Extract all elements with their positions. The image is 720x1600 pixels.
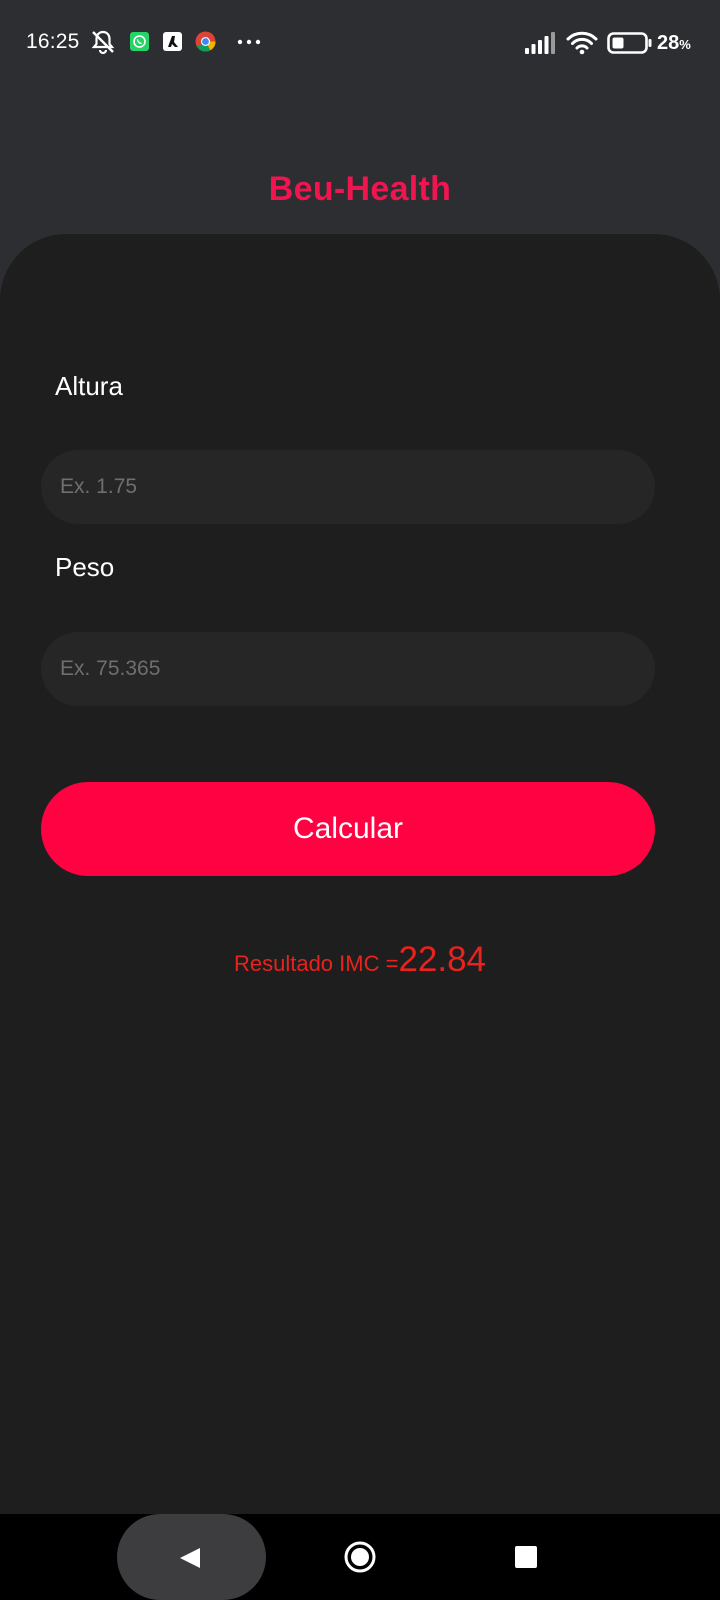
- calculate-button[interactable]: Calcular: [41, 782, 655, 876]
- app-screen: 16:25 28% Beu-Health Altura Ex. 1.75 Pes…: [0, 0, 720, 1600]
- app-title: Beu-Health: [268, 170, 452, 208]
- home-icon[interactable]: [343, 1540, 377, 1574]
- height-label: Altura: [55, 371, 123, 401]
- bmi-result: Resultado IMC =22.84: [0, 940, 720, 980]
- signal-icon: [525, 32, 555, 54]
- back-icon: [180, 1548, 200, 1568]
- whatsapp-icon: [130, 32, 149, 51]
- status-time: 16:25: [26, 30, 80, 53]
- recents-icon[interactable]: [515, 1546, 537, 1568]
- muted-bell-icon: [91, 30, 115, 55]
- navigation-bar: [0, 1514, 720, 1600]
- battery-icon: [607, 32, 652, 54]
- bmi-form-panel: Altura Peso Calcular Resultado IMC =22.8…: [0, 234, 720, 1514]
- height-input[interactable]: [41, 450, 655, 524]
- battery-percent: 28%: [657, 32, 691, 54]
- result-label: Resultado IMC =: [233, 951, 399, 976]
- app-icon: [163, 32, 182, 51]
- more-dots-icon: [237, 39, 261, 45]
- weight-input[interactable]: [41, 632, 655, 706]
- wifi-icon: [566, 31, 598, 55]
- back-button[interactable]: [117, 1514, 266, 1600]
- weight-label: Peso: [55, 552, 115, 582]
- chrome-icon: [195, 31, 216, 52]
- result-value: 22.84: [398, 940, 487, 979]
- status-bar: 16:25 28%: [0, 0, 720, 86]
